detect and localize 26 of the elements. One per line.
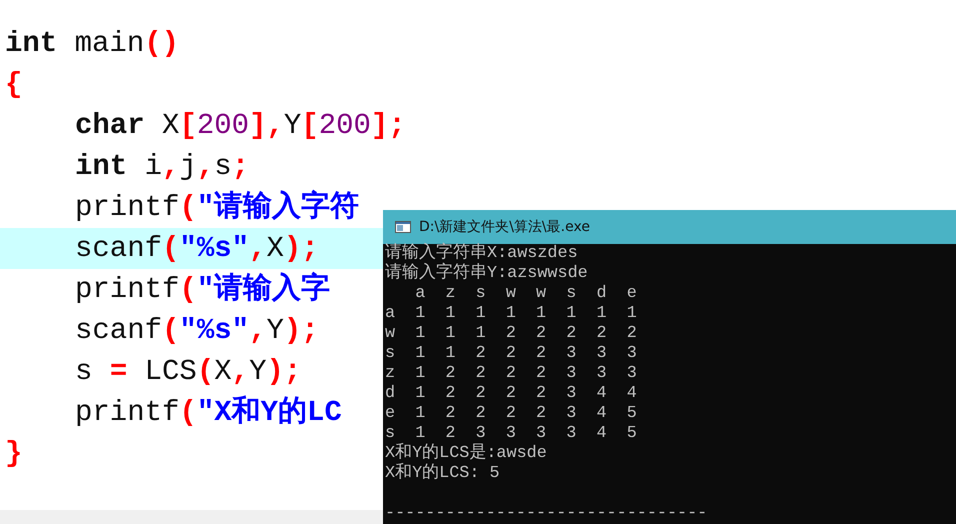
console-separator: --------------------------------	[385, 504, 708, 524]
console-line: a 1 1 1 1 1 1 1 1	[385, 304, 638, 324]
code-line: scanf("%s",Y);	[75, 313, 319, 349]
console-line: 请输入字符串X:awszdes	[385, 244, 579, 263]
console-line: s 1 2 3 3 3 3 4 5	[385, 424, 638, 443]
code-line: {	[5, 67, 22, 103]
console-line: 请输入字符串Y:azswwsde	[385, 264, 589, 284]
console-line: e 1 2 2 2 2 3 4 5	[385, 404, 638, 424]
code-line: printf("请输入字	[75, 270, 330, 308]
console-icon	[395, 221, 411, 233]
code-line: char X[200],Y[200];	[75, 108, 406, 144]
code-line: }	[5, 436, 22, 472]
console-line: d 1 2 2 2 2 3 4 4	[385, 384, 638, 404]
console-line: X和Y的LCS是:awsde	[385, 444, 548, 463]
console-line: a z s w w s d e	[414, 284, 638, 304]
code-line: int i,j,s;	[75, 149, 250, 185]
code-line: printf("请输入字符	[75, 188, 360, 226]
code-line: s = LCS(X,Y);	[75, 354, 302, 390]
window-title: D:\新建文件夹\算法\最.exe	[419, 218, 590, 236]
console-line: z 1 2 2 2 2 3 3 3	[385, 364, 638, 384]
console-line: s 1 1 2 2 2 3 3 3	[385, 344, 638, 364]
code-line: printf("X和Y的LC	[75, 394, 342, 431]
code-line: scanf("%s",X);	[75, 231, 319, 267]
code-line: int main()	[5, 26, 180, 62]
console-line: X和Y的LCS: 5	[385, 464, 501, 484]
console-line: w 1 1 1 2 2 2 2 2	[385, 324, 638, 344]
